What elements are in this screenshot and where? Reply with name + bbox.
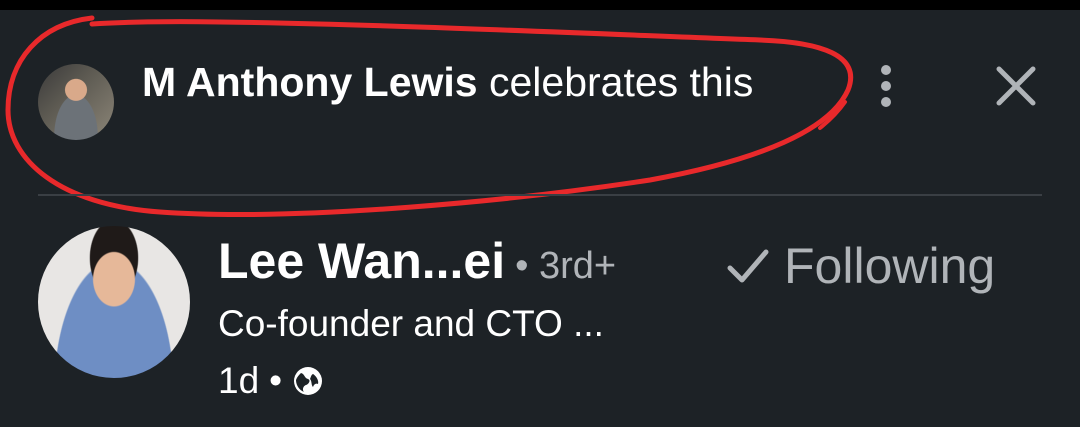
author-name-line: Lee Wan...ei • 3rd+ bbox=[218, 232, 616, 290]
divider bbox=[38, 194, 1042, 196]
globe-icon bbox=[294, 367, 323, 395]
check-icon bbox=[727, 249, 769, 283]
actor-name[interactable]: M Anthony Lewis bbox=[142, 59, 478, 105]
author-name[interactable]: Lee Wan...ei bbox=[218, 233, 505, 289]
close-icon[interactable] bbox=[990, 60, 1042, 112]
following-label: Following bbox=[784, 238, 996, 294]
meta-separator: • bbox=[269, 360, 283, 401]
following-button[interactable]: Following bbox=[726, 236, 995, 296]
more-vertical-icon[interactable] bbox=[868, 60, 904, 112]
author-headline: Co-founder and CTO ... bbox=[218, 303, 604, 344]
post-time: 1d bbox=[218, 360, 260, 401]
post-meta: 1d • bbox=[218, 360, 324, 402]
author-avatar[interactable] bbox=[38, 226, 190, 378]
actor-avatar[interactable] bbox=[38, 64, 114, 140]
connection-degree: • 3rd+ bbox=[515, 245, 617, 287]
social-context-row[interactable]: M Anthony Lewis celebrates this bbox=[0, 10, 1080, 195]
action-text: celebrates this bbox=[477, 59, 754, 105]
status-bar-strip bbox=[0, 0, 1080, 10]
social-context-text: M Anthony Lewis celebrates this bbox=[142, 54, 822, 111]
